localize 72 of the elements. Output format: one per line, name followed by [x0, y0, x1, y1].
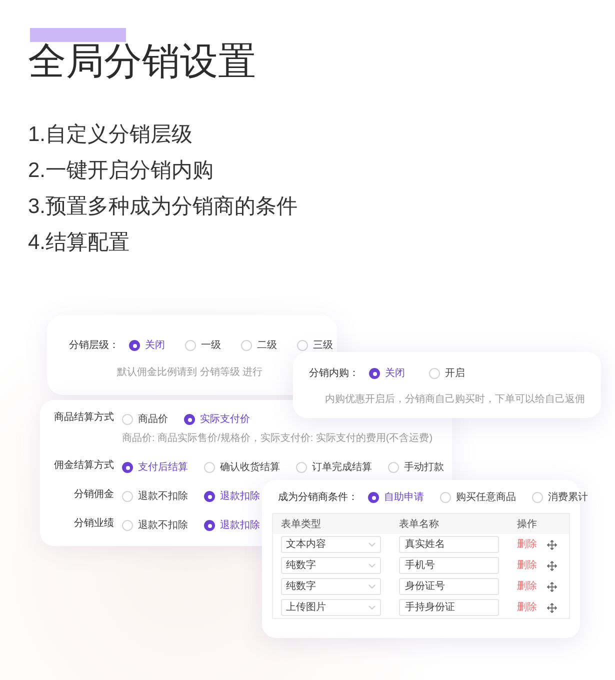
radio-button[interactable] — [122, 462, 133, 473]
move-icon[interactable] — [547, 540, 557, 550]
radio-button[interactable] — [532, 492, 543, 503]
option-label: 退款不扣除 — [138, 518, 188, 533]
chevron-down-icon — [368, 584, 376, 589]
type-select[interactable]: 文本内容 — [281, 536, 381, 553]
move-icon[interactable] — [547, 560, 557, 570]
option-label: 确认收货结算 — [220, 460, 280, 475]
option-label: 退款不扣除 — [138, 490, 188, 504]
field-label: 成为分销商条件： — [278, 490, 358, 505]
radio-button[interactable] — [429, 368, 440, 379]
feature-item: 4.结算配置 — [28, 230, 131, 256]
chevron-down-icon — [368, 563, 376, 568]
field-label: 分销佣金 — [73, 489, 114, 501]
option-label: 退款扣除 — [220, 518, 260, 533]
field-label: 分销业绩 — [73, 518, 114, 530]
field-label: 商品结算方式 — [53, 412, 114, 424]
name-input[interactable]: 手机号 — [399, 557, 499, 574]
column-header: 表单类型 — [281, 518, 321, 532]
type-select[interactable]: 上传图片 — [281, 599, 381, 616]
radio-button[interactable] — [204, 462, 215, 473]
option-label: 支付后结算 — [138, 460, 188, 475]
chevron-down-icon — [368, 542, 376, 547]
radio-button[interactable] — [204, 491, 215, 502]
column-header: 操作 — [517, 518, 537, 532]
radio-button[interactable] — [184, 414, 195, 425]
field-label: 佣金结算方式 — [53, 460, 114, 472]
radio-button[interactable] — [122, 491, 133, 502]
radio-button[interactable] — [296, 462, 307, 473]
option-label: 关闭 — [145, 338, 165, 353]
option-label: 实际支付价 — [200, 412, 250, 427]
field-label: 分销层级： — [69, 339, 119, 353]
column-header: 表单名称 — [399, 518, 439, 532]
option-label: 关闭 — [385, 366, 405, 381]
radio-button[interactable] — [122, 520, 133, 531]
option-label: 开启 — [445, 366, 465, 381]
option-label: 一级 — [201, 339, 221, 353]
radio-button[interactable] — [297, 340, 308, 351]
radio-button[interactable] — [388, 462, 399, 473]
type-select[interactable]: 纯数字 — [281, 557, 381, 574]
feature-item: 2.一键开启分销内购 — [28, 158, 215, 184]
name-input[interactable]: 手持身份证 — [399, 599, 499, 616]
option-label: 三级 — [313, 339, 333, 353]
name-input[interactable]: 真实姓名 — [399, 536, 499, 553]
radio-button[interactable] — [185, 340, 196, 351]
option-label: 手动打款 — [404, 460, 444, 475]
option-label: 商品价 — [138, 412, 168, 427]
radio-button[interactable] — [440, 492, 451, 503]
move-icon[interactable] — [547, 582, 557, 592]
feature-item: 3.预置多种成为分销商的条件 — [28, 194, 299, 220]
hint-text: 内购优惠开启后，分销商自己购买时，下单可以给自己返佣 — [325, 392, 585, 407]
radio-button[interactable] — [204, 520, 215, 531]
hint-text: 商品价: 商品实际售价/规格价，实际支付价: 实际支付的费用(不含运费) — [122, 432, 433, 446]
radio-button[interactable] — [241, 340, 252, 351]
page-title: 全局分销设置 — [28, 40, 256, 85]
name-input[interactable]: 身份证号 — [399, 578, 499, 595]
chevron-down-icon — [368, 605, 376, 610]
option-label: 订单完成结算 — [312, 460, 372, 475]
option-label: 二级 — [257, 339, 277, 353]
type-select[interactable]: 纯数字 — [281, 578, 381, 595]
radio-button[interactable] — [368, 492, 379, 503]
hint-text: 默认佣金比例请到 分销等级 进行 — [117, 366, 263, 380]
feature-item: 1.自定义分销层级 — [28, 122, 194, 148]
field-label: 分销内购： — [309, 366, 359, 381]
radio-button[interactable] — [122, 414, 133, 425]
option-label: 消费累计 — [548, 490, 588, 505]
radio-button[interactable] — [369, 368, 380, 379]
option-label: 自助申请 — [384, 490, 424, 505]
radio-button[interactable] — [129, 340, 140, 351]
move-icon[interactable] — [547, 602, 557, 612]
option-label: 购买任意商品 — [456, 490, 516, 505]
option-label: 退款扣除 — [220, 490, 260, 504]
